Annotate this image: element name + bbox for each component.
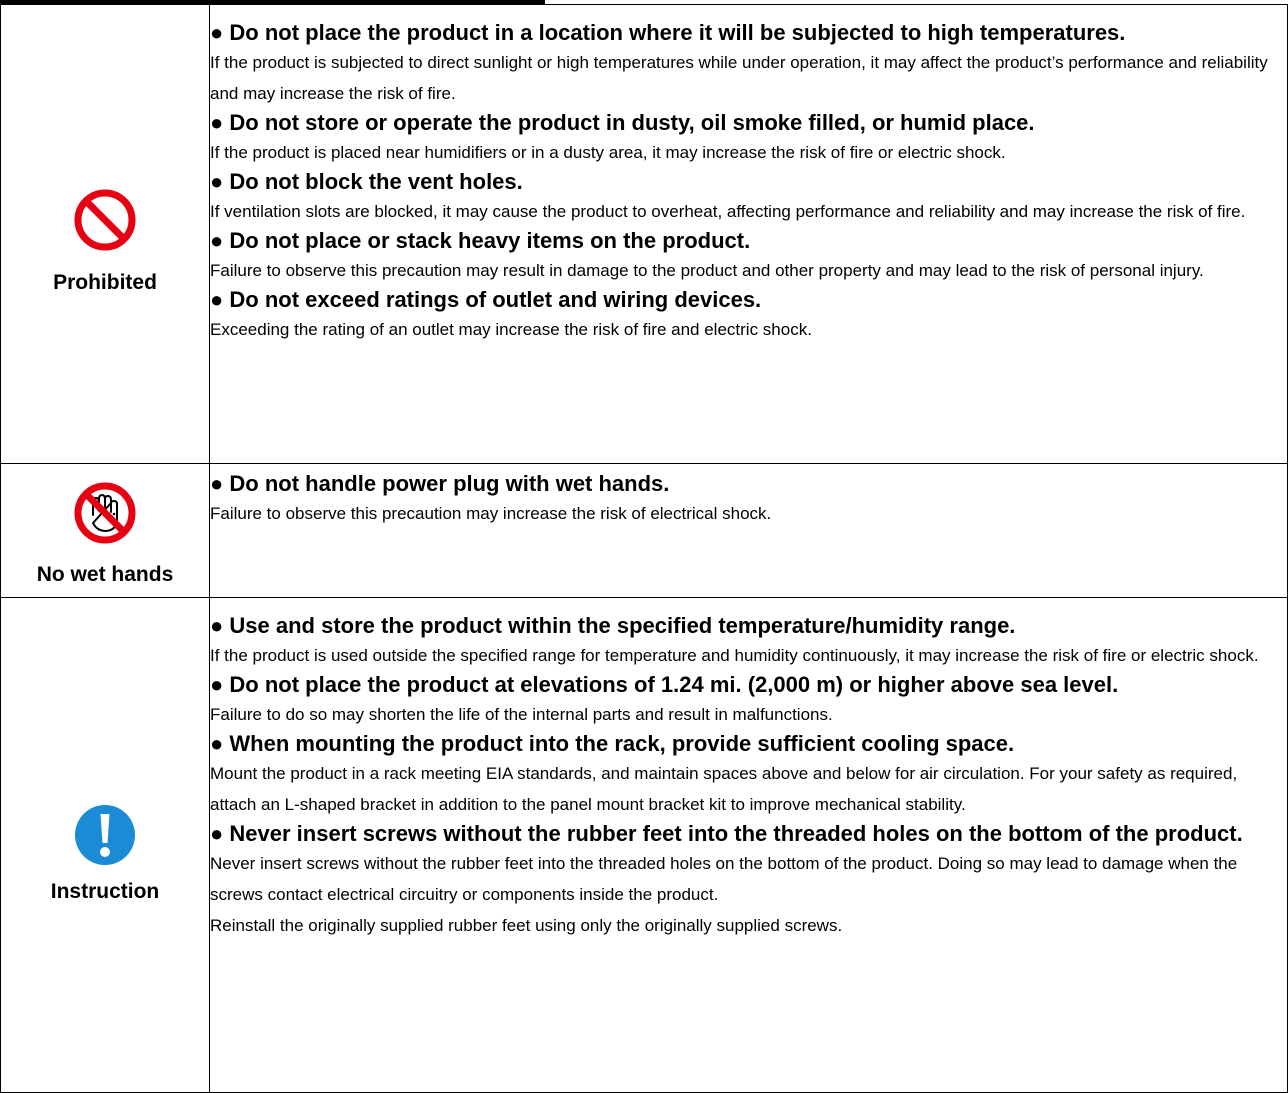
item-body: If ventilation slots are blocked, it may… <box>210 202 1246 221</box>
safety-precautions-table: Prohibited ● Do not place the product in… <box>0 4 1288 1093</box>
item-body: Reinstall the originally supplied rubber… <box>210 916 843 935</box>
icon-cell-instruction: Instruction <box>0 597 210 1093</box>
item-heading: ● Use and store the product within the s… <box>210 613 1016 638</box>
item-heading: ● Do not place the product in a location… <box>210 20 1126 45</box>
section-row-prohibited: Prohibited ● Do not place the product in… <box>0 4 1288 464</box>
item-body: Mount the product in a rack meeting EIA … <box>210 764 1238 814</box>
item-body: Failure to do so may shorten the life of… <box>210 705 833 724</box>
text-cell-prohibited: ● Do not place the product in a location… <box>209 4 1288 464</box>
item-heading: ● Do not place the product at elevations… <box>210 672 1119 697</box>
item-heading: ● Do not block the vent holes. <box>210 169 523 194</box>
section-row-instruction: Instruction ● Use and store the product … <box>0 597 1288 1093</box>
item-heading: ● When mounting the product into the rac… <box>210 731 1015 756</box>
icon-label-prohibited: Prohibited <box>53 271 157 294</box>
no-wet-hands-icon <box>1 481 209 545</box>
item-body: Never insert screws without the rubber f… <box>210 854 1238 904</box>
item-heading: ● Do not exceed ratings of outlet and wi… <box>210 287 762 312</box>
item-body: Failure to observe this precaution may r… <box>210 261 1204 280</box>
item-heading: ● Do not store or operate the product in… <box>210 110 1035 135</box>
item-heading: ● Do not place or stack heavy items on t… <box>210 228 751 253</box>
text-cell-no-wet-hands: ● Do not handle power plug with wet hand… <box>209 463 1288 598</box>
item-heading: ● Never insert screws without the rubber… <box>210 821 1243 846</box>
prohibited-icon <box>1 188 209 252</box>
icon-label-no-wet-hands: No wet hands <box>36 563 174 586</box>
item-body: Exceeding the rating of an outlet may in… <box>210 320 812 339</box>
instruction-icon <box>1 803 209 867</box>
item-body: Failure to observe this precaution may i… <box>210 504 772 523</box>
text-cell-instruction: ● Use and store the product within the s… <box>209 597 1288 1093</box>
icon-cell-no-wet-hands: No wet hands <box>0 463 210 598</box>
item-heading: ● Do not handle power plug with wet hand… <box>210 471 670 496</box>
item-body: If the product is subjected to direct su… <box>210 53 1268 103</box>
item-body: If the product is used outside the speci… <box>210 646 1259 665</box>
icon-label-instruction: Instruction <box>50 880 160 903</box>
icon-cell-prohibited: Prohibited <box>0 4 210 464</box>
item-body: If the product is placed near humidifier… <box>210 143 1006 162</box>
section-row-no-wet-hands: No wet hands ● Do not handle power plug … <box>0 463 1288 598</box>
